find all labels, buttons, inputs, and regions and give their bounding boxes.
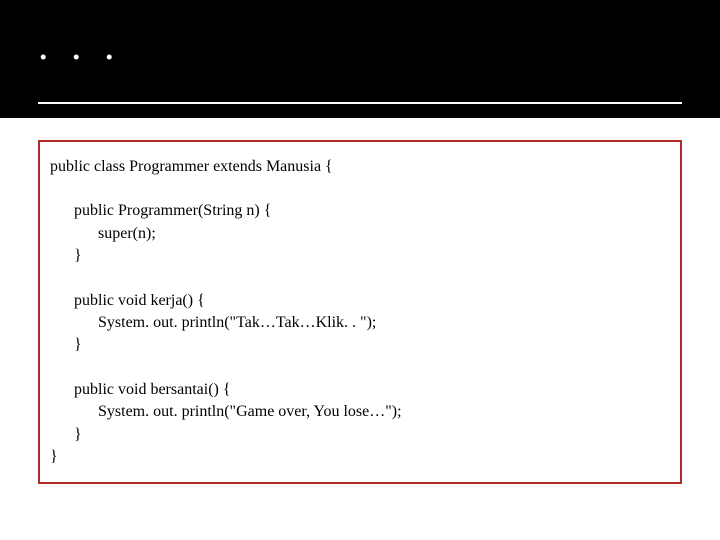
header-underline	[38, 102, 682, 104]
code-box: public class Programmer extends Manusia …	[38, 140, 682, 484]
content-area: public class Programmer extends Manusia …	[0, 118, 720, 506]
code-line: }	[50, 446, 670, 468]
blank-line	[50, 268, 670, 290]
blank-line	[50, 357, 670, 379]
code-line: System. out. println("Game over, You los…	[50, 401, 670, 423]
code-line: }	[50, 245, 670, 267]
code-line: public class Programmer extends Manusia …	[50, 156, 670, 178]
code-line: public Programmer(String n) {	[50, 200, 670, 222]
code-line: super(n);	[50, 223, 670, 245]
code-line: }	[50, 424, 670, 446]
slide-header: . . .	[0, 0, 720, 118]
code-line: public void kerja() {	[50, 290, 670, 312]
code-line: }	[50, 334, 670, 356]
code-line: public void bersantai() {	[50, 379, 670, 401]
blank-line	[50, 178, 670, 200]
slide-title: . . .	[38, 25, 682, 67]
code-line: System. out. println("Tak…Tak…Klik. . ")…	[50, 312, 670, 334]
